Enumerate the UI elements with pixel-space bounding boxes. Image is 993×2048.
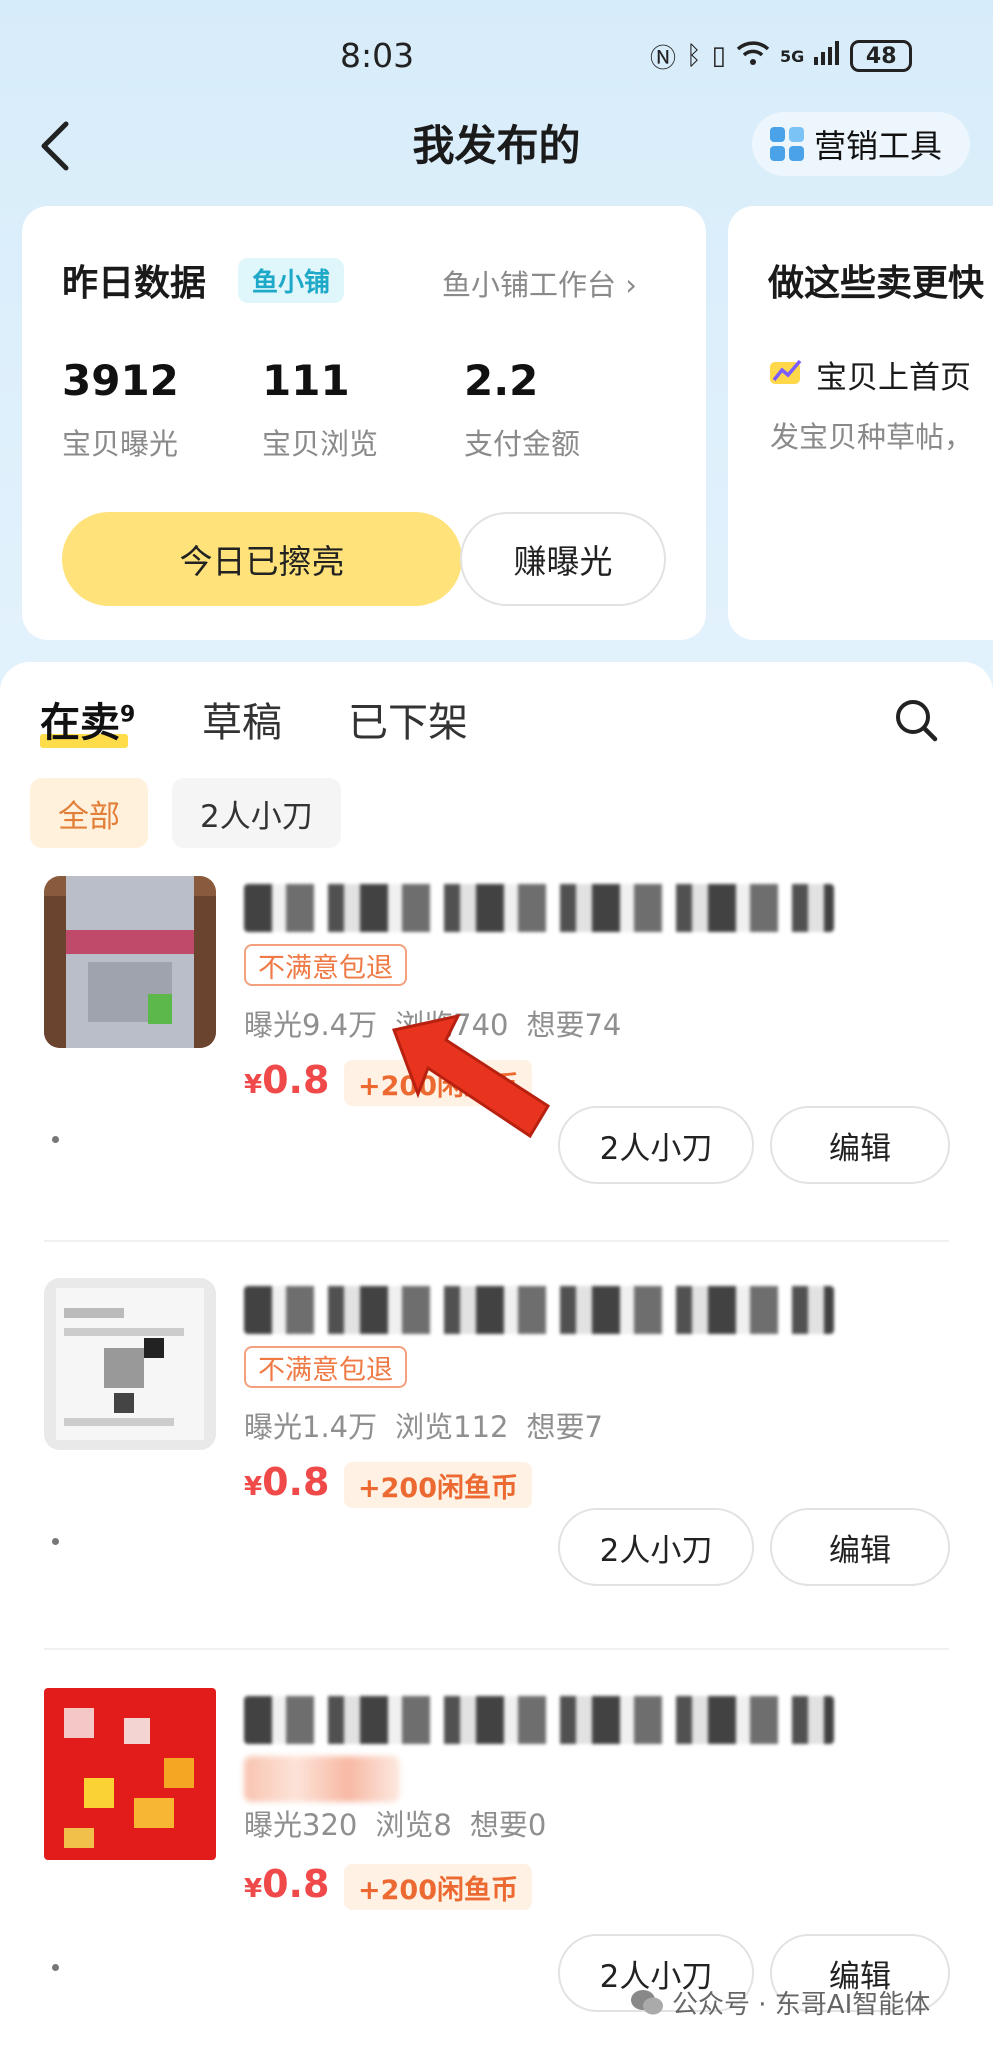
bargain-button[interactable]: 2人小刀: [558, 1508, 754, 1586]
yesterday-data-card: 昨日数据 鱼小铺 鱼小铺工作台 › 3912 宝贝曝光 111 宝贝浏览 2.2…: [22, 206, 706, 640]
workbench-link[interactable]: 鱼小铺工作台 ›: [442, 262, 637, 304]
signal-icon: [814, 40, 840, 72]
filter-all[interactable]: 全部: [30, 778, 148, 848]
nfc-icon: Ⓝ: [650, 43, 677, 74]
tab-removed[interactable]: 已下架: [348, 690, 468, 748]
tips-sub: 发宝贝种草帖，: [770, 420, 974, 454]
search-button[interactable]: [892, 696, 940, 744]
status-time: 8:03: [340, 36, 415, 75]
marketing-label: 营销工具: [814, 127, 943, 165]
currency-symbol: ¥: [244, 1874, 263, 1904]
metric-label: 支付金额: [464, 427, 581, 461]
product-thumbnail: [44, 1278, 216, 1450]
price-value: 0.8: [262, 1862, 330, 1906]
tab-drafts[interactable]: 草稿: [202, 690, 282, 748]
coin-reward: +200闲鱼币: [344, 1864, 532, 1910]
price-value: 0.8: [262, 1058, 330, 1102]
battery-icon: 48: [850, 40, 913, 72]
watermark-text: 公众号 · 东哥AI智能体: [672, 1990, 931, 2020]
bluetooth-icon: ᛒ: [686, 41, 702, 71]
stat-wants: 想要0: [469, 1808, 547, 1842]
metric-views: 111 宝贝浏览: [262, 356, 378, 463]
product-title-blurred: [244, 1696, 834, 1744]
stat-exposure: 曝光1.4万: [244, 1410, 378, 1444]
metric-label: 宝贝曝光: [62, 427, 179, 461]
more-dot-icon[interactable]: [52, 1538, 59, 1545]
polished-today-button[interactable]: 今日已擦亮: [62, 512, 462, 606]
item-price: ¥0.8: [244, 1862, 329, 1906]
tab-on-sale[interactable]: 在卖9: [40, 690, 135, 748]
filter-two-person-bargain[interactable]: 2人小刀: [172, 778, 341, 848]
shop-tag: 鱼小铺: [238, 258, 345, 303]
metric-value: 111: [262, 356, 350, 405]
product-thumbnail: [44, 876, 216, 1048]
currency-symbol: ¥: [244, 1070, 263, 1100]
bargain-button[interactable]: 2人小刀: [558, 1106, 754, 1184]
currency-symbol: ¥: [244, 1472, 263, 1502]
watermark: 公众号 · 东哥AI智能体: [630, 1984, 930, 2021]
divider: [44, 1240, 949, 1242]
stat-exposure: 曝光9.4万: [244, 1008, 378, 1042]
stat-exposure: 曝光320: [244, 1808, 358, 1842]
more-dot-icon[interactable]: [52, 1964, 59, 1971]
earn-exposure-button[interactable]: 赚曝光: [460, 512, 666, 606]
trend-icon: [770, 356, 806, 394]
red-arrow-icon: [391, 1013, 551, 1139]
workbench-label: 鱼小铺工作台: [442, 268, 617, 302]
stat-wants: 想要7: [526, 1410, 603, 1444]
item-stats: 曝光320 浏览8 想要0: [244, 1802, 546, 1844]
metric-payment: 2.2 支付金额: [464, 356, 580, 463]
coin-reward: +200闲鱼币: [344, 1462, 532, 1508]
tips-item-label: 宝贝上首页: [816, 360, 971, 396]
marketing-grid-icon: [770, 127, 804, 161]
product-title-blurred: [244, 1286, 834, 1334]
return-badge: 不满意包退: [244, 944, 407, 986]
vibrate-icon: ▯: [711, 41, 726, 71]
tab-label: 在卖: [40, 700, 120, 746]
product-title-blurred: [244, 884, 834, 932]
wifi-icon: [736, 40, 770, 73]
item-stats: 曝光1.4万 浏览112 想要7: [244, 1404, 603, 1446]
badge-blurred: [244, 1756, 400, 1802]
metric-value: 2.2: [464, 356, 539, 405]
tips-title: 做这些卖更快: [768, 263, 985, 304]
item-price: ¥0.8: [244, 1460, 329, 1504]
card-title: 昨日数据: [62, 263, 207, 304]
status-icons: Ⓝ ᛒ ▯ 5G 48: [650, 36, 913, 76]
divider: [44, 1648, 949, 1650]
product-thumbnail: [44, 1688, 216, 1860]
list-item[interactable]: 不满意包退 曝光1.4万 浏览112 想要7 ¥0.8 +200闲鱼币 2人小刀…: [0, 1262, 993, 1662]
item-price: ¥0.8: [244, 1058, 329, 1102]
edit-button[interactable]: 编辑: [770, 1106, 950, 1184]
stat-views: 浏览112: [395, 1410, 509, 1444]
marketing-tools-button[interactable]: 营销工具: [752, 112, 970, 176]
price-value: 0.8: [262, 1460, 330, 1504]
metric-exposure: 3912 宝贝曝光: [62, 356, 179, 463]
chevron-right-icon: ›: [625, 268, 637, 302]
metric-label: 宝贝浏览: [262, 427, 379, 461]
more-dot-icon[interactable]: [52, 1136, 59, 1143]
tips-card[interactable]: 做这些卖更快 宝贝上首页 发宝贝种草帖，: [728, 206, 993, 640]
search-icon: [896, 700, 938, 742]
network-type: 5G: [779, 46, 805, 66]
tab-count: 9: [120, 702, 136, 728]
wechat-icon: [631, 1989, 663, 2014]
metric-value: 3912: [62, 356, 179, 405]
tips-item[interactable]: 宝贝上首页: [770, 352, 971, 397]
return-badge: 不满意包退: [244, 1346, 407, 1388]
edit-button[interactable]: 编辑: [770, 1508, 950, 1586]
stat-views: 浏览8: [375, 1808, 452, 1842]
